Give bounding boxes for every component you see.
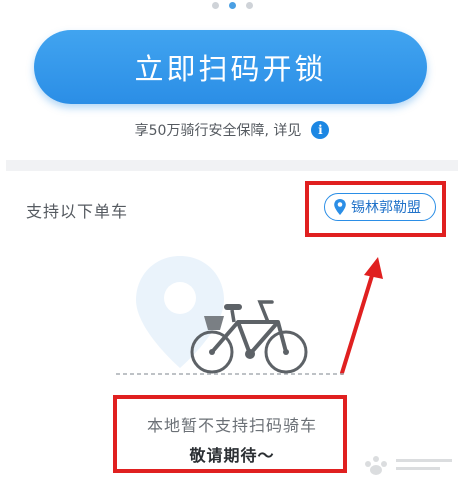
- supported-bikes-label: 支持以下单车: [26, 202, 129, 221]
- city-selector[interactable]: 锡林郭勒盟: [324, 193, 436, 221]
- page-indicator: [0, 2, 464, 12]
- bike-unlock-screen: 立即扫码开锁 享50万骑行安全保障, 详见 i 支持以下单车 锡林郭勒盟 本地暂…: [0, 0, 464, 484]
- watermark-logo: [365, 456, 452, 475]
- unsupported-message: 本地暂不支持扫码骑车: [146, 416, 317, 435]
- page-dot[interactable]: [211, 2, 219, 9]
- insurance-notice[interactable]: 享50万骑行安全保障, 详见 i: [0, 120, 464, 140]
- info-icon[interactable]: i: [311, 121, 330, 139]
- location-pin-icon: [334, 199, 346, 215]
- insurance-text: 享50万骑行安全保障, 详见: [134, 123, 302, 139]
- section-divider: [6, 160, 458, 171]
- bicycle-icon: [116, 256, 344, 375]
- page-dot-active[interactable]: [228, 2, 236, 9]
- city-name: 锡林郭勒盟: [351, 200, 421, 216]
- page-dot[interactable]: [245, 2, 253, 9]
- scan-unlock-button[interactable]: 立即扫码开锁: [34, 30, 427, 104]
